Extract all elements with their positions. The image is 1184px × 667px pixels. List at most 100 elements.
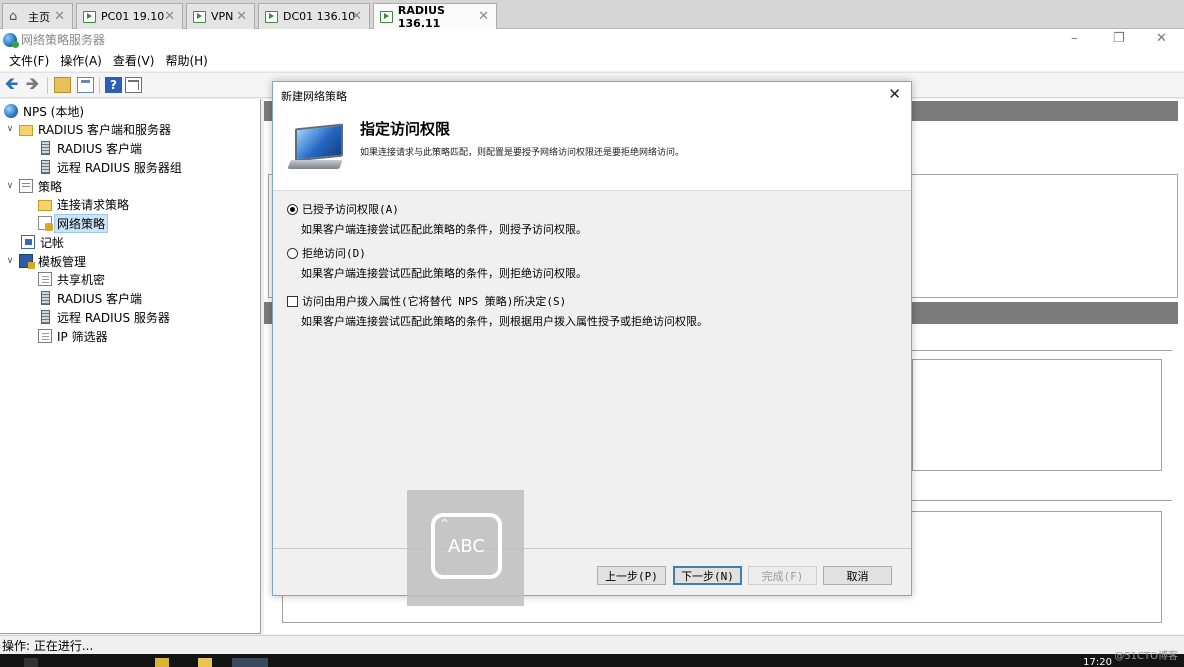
document-icon xyxy=(38,329,52,343)
nps-taskbar-icon[interactable] xyxy=(232,658,268,667)
vm-tab-strip: ⌂ 主页 ✕ PC01 19.10 ✕ VPN ✕ DC01 136.10 ✕ … xyxy=(0,0,1184,30)
minimize-button[interactable]: – xyxy=(1071,31,1078,46)
tree-node-label: IP 筛选器 xyxy=(57,329,108,344)
toolbar-separator xyxy=(47,77,48,94)
tab-pc01[interactable]: PC01 19.10 ✕ xyxy=(76,3,183,29)
option-grant-access[interactable]: 已授予访问权限(A) 如果客户端连接尝试匹配此策略的条件，则授予访问权限。 xyxy=(287,201,587,237)
tree-node-label: 共享机密 xyxy=(57,272,106,287)
restore-button[interactable]: ❐ xyxy=(1113,31,1125,46)
checkbox-dialin-properties[interactable] xyxy=(287,295,298,307)
option-deny-access[interactable]: 拒绝访问(D) 如果客户端连接尝试匹配此策略的条件，则拒绝访问权限。 xyxy=(287,245,587,281)
tab-vpn[interactable]: VPN ✕ xyxy=(186,3,255,29)
document-icon xyxy=(38,272,52,286)
tree-node-label: 远程 RADIUS 服务器组 xyxy=(57,160,182,175)
close-icon[interactable]: ✕ xyxy=(54,9,65,24)
tree-node-label: 连接请求策略 xyxy=(57,197,130,212)
globe-icon xyxy=(4,104,18,118)
tab-home[interactable]: ⌂ 主页 ✕ xyxy=(2,3,73,29)
tab-dc01[interactable]: DC01 136.10 ✕ xyxy=(258,3,370,29)
monitor-icon xyxy=(287,123,345,170)
caret-icon: ^ xyxy=(440,517,450,530)
cancel-button[interactable]: 取消 xyxy=(823,566,892,585)
dialog-title: 新建网络策略 xyxy=(281,89,347,103)
ime-indicator: ABC ^ xyxy=(407,490,524,606)
tree-node-template-management[interactable]: ∨ 模板管理 xyxy=(4,252,86,270)
explorer-icon[interactable] xyxy=(155,658,169,667)
close-icon[interactable]: ✕ xyxy=(164,9,175,24)
folder-icon xyxy=(19,124,33,136)
next-button[interactable]: 下一步(N) xyxy=(673,566,742,585)
accounting-icon xyxy=(21,235,35,249)
close-icon[interactable]: ✕ xyxy=(236,9,247,24)
up-folder-icon[interactable] xyxy=(54,77,71,93)
expand-chevron-icon[interactable]: ∨ xyxy=(4,256,16,266)
tree-node-radius-clients[interactable]: RADIUS 客户端 xyxy=(38,139,142,157)
tree-node-radius-clients-servers[interactable]: ∨ RADIUS 客户端和服务器 xyxy=(4,120,171,138)
tree-node-template-radius-clients[interactable]: RADIUS 客户端 xyxy=(38,289,142,307)
tree-node-policies[interactable]: ∨ 策略 xyxy=(4,177,62,195)
menu-file[interactable]: 文件(F) xyxy=(9,52,49,69)
previous-button[interactable]: 上一步(P) xyxy=(597,566,666,585)
tree-node-shared-secrets[interactable]: 共享机密 xyxy=(38,270,105,288)
tab-label: 主页 xyxy=(28,10,50,24)
menu-view[interactable]: 查看(V) xyxy=(113,52,155,69)
tree-node-remote-radius-groups[interactable]: 远程 RADIUS 服务器组 xyxy=(38,158,182,176)
tree-node-network-policies[interactable]: 网络策略 xyxy=(38,213,109,233)
forward-arrow-icon[interactable]: 🡺 xyxy=(24,74,41,94)
show-tree-icon[interactable] xyxy=(77,77,94,93)
close-icon[interactable]: ✕ xyxy=(478,9,489,24)
tree-node-ip-filters[interactable]: IP 筛选器 xyxy=(38,327,108,345)
close-icon[interactable]: ✕ xyxy=(351,9,362,24)
menu-bar: 文件(F) 操作(A) 查看(V) 帮助(H) xyxy=(0,50,1184,71)
tab-label: RADIUS 136.11 xyxy=(397,4,445,30)
option-label: 访问由用户拨入属性(它将替代 NPS 策略)所决定(S) xyxy=(302,295,567,308)
ime-mode-label: ABC xyxy=(448,535,485,557)
dialog-separator xyxy=(273,548,911,549)
tab-label: PC01 19.10 xyxy=(101,10,165,23)
nps-app-icon xyxy=(3,32,19,48)
back-arrow-icon[interactable]: 🡸 xyxy=(3,74,20,94)
expand-chevron-icon[interactable]: ∨ xyxy=(4,181,16,191)
tree-node-nps-local[interactable]: NPS (本地) xyxy=(4,102,84,120)
radio-grant-access[interactable] xyxy=(287,203,298,215)
vm-icon xyxy=(265,10,278,23)
close-window-button[interactable]: ✕ xyxy=(1156,31,1167,46)
radio-deny-access[interactable] xyxy=(287,247,298,259)
toolbar-separator xyxy=(99,77,100,94)
server-icon xyxy=(41,310,50,324)
window-titlebar: 网络策略服务器 – ❐ ✕ xyxy=(0,29,1184,50)
action-pane-icon[interactable] xyxy=(125,77,142,93)
option-dialin-properties[interactable]: 访问由用户拨入属性(它将替代 NPS 策略)所决定(S) 如果客户端连接尝试匹配… xyxy=(287,293,708,329)
tree-node-label: 模板管理 xyxy=(38,254,87,269)
vm-icon xyxy=(380,11,393,23)
expand-chevron-icon[interactable]: ∨ xyxy=(4,124,16,134)
dialog-titlebar: 新建网络策略 ✕ xyxy=(273,82,911,109)
tree-node-label: 网络策略 xyxy=(54,213,109,233)
divider xyxy=(912,500,1172,501)
tab-label: DC01 136.10 xyxy=(283,10,356,23)
status-text: 操作: 正在进行... xyxy=(2,638,94,653)
menu-action[interactable]: 操作(A) xyxy=(60,52,102,69)
folder-icon[interactable] xyxy=(198,658,212,667)
tree-node-label: RADIUS 客户端和服务器 xyxy=(38,122,172,137)
option-description: 如果客户端连接尝试匹配此策略的条件，则授予访问权限。 xyxy=(301,223,587,236)
start-icon[interactable] xyxy=(24,658,38,667)
tab-label: VPN xyxy=(211,10,234,23)
close-icon[interactable]: ✕ xyxy=(888,85,901,103)
menu-help[interactable]: 帮助(H) xyxy=(165,52,207,69)
finish-button: 完成(F) xyxy=(748,566,817,585)
tree-node-accounting[interactable]: 记帐 xyxy=(21,233,64,251)
tree-node-label: NPS (本地) xyxy=(23,104,85,119)
tree-node-label: 记帐 xyxy=(40,235,65,250)
tree-node-connection-request-policies[interactable]: 连接请求策略 xyxy=(38,195,129,213)
console-tree: NPS (本地) ∨ RADIUS 客户端和服务器 RADIUS 客户端 远程 … xyxy=(0,99,261,634)
folder-icon xyxy=(38,199,52,211)
tab-radius[interactable]: RADIUS 136.11 ✕ xyxy=(373,3,497,30)
option-description: 如果客户端连接尝试匹配此策略的条件，则拒绝访问权限。 xyxy=(301,267,587,280)
divider xyxy=(912,350,1172,351)
tree-node-label: RADIUS 客户端 xyxy=(57,141,143,156)
help-icon[interactable]: ? xyxy=(105,77,122,93)
tree-node-remote-radius-servers[interactable]: 远程 RADIUS 服务器 xyxy=(38,308,170,326)
new-network-policy-dialog: 新建网络策略 ✕ 指定访问权限 如果连接请求与此策略匹配，则配置是要授予网络访问… xyxy=(272,81,912,596)
option-label: 已授予访问权限(A) xyxy=(302,203,399,216)
